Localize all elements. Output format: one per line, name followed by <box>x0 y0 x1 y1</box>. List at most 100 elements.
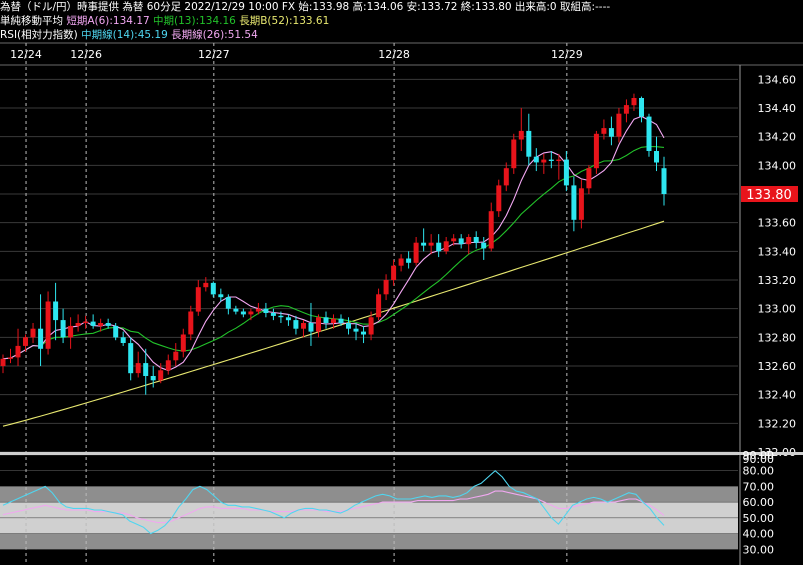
pane-divider <box>0 452 803 455</box>
price-tick-label: 133.60 <box>758 217 797 230</box>
candle-body <box>466 237 472 245</box>
ma-short-line <box>2 115 665 372</box>
price-tick-label: 134.00 <box>758 159 797 172</box>
candle-body <box>443 241 449 252</box>
candle-body <box>240 311 246 315</box>
candle-body <box>98 323 104 326</box>
candle-body <box>421 242 427 246</box>
candle-body <box>83 321 89 323</box>
candle-body <box>646 116 652 151</box>
price-chart[interactable]: 12/2412/2612/2712/2812/29132.00132.20132… <box>0 0 803 565</box>
rsi-tick-label: 50.00 <box>743 512 775 525</box>
price-tick-label: 134.60 <box>758 73 797 86</box>
candle-body <box>661 168 667 194</box>
candle-body <box>278 315 284 318</box>
candle-body <box>60 320 66 338</box>
candle-body <box>458 238 464 245</box>
price-tick-label: 132.20 <box>758 417 797 430</box>
candle-body <box>623 105 629 114</box>
candle-body <box>8 357 13 359</box>
candle-body <box>413 242 419 263</box>
x-tick-label: 12/27 <box>198 48 230 61</box>
candle-body <box>53 301 59 321</box>
last-price-label: 133.80 <box>746 188 792 203</box>
candle-body <box>398 258 404 266</box>
rsi-tick-label: 80.00 <box>743 465 775 478</box>
candle-body <box>203 282 209 288</box>
candle-body <box>143 363 149 376</box>
candle-body <box>128 343 134 374</box>
candle-body <box>654 151 659 163</box>
candle-body <box>90 321 96 326</box>
candle-body <box>285 317 291 321</box>
candle-body <box>383 280 389 295</box>
candle-body <box>361 331 366 335</box>
candle-body <box>548 159 554 161</box>
price-tick-label: 132.40 <box>758 389 797 402</box>
candle-body <box>376 294 382 318</box>
candle-body <box>571 185 577 220</box>
candle-body <box>150 376 156 381</box>
rsi-tick-label: 90.00 <box>743 453 775 466</box>
candle-body <box>346 323 351 329</box>
candle-body <box>316 317 321 332</box>
candle-body <box>158 370 164 381</box>
price-tick-label: 133.40 <box>758 245 797 258</box>
candle-body <box>0 358 6 366</box>
candle-body <box>639 98 644 117</box>
candle-body <box>586 168 592 189</box>
candle-body <box>496 185 502 212</box>
price-tick-label: 132.80 <box>758 331 797 344</box>
candle-body <box>45 301 51 349</box>
candle-body <box>503 168 509 186</box>
candle-body <box>301 323 306 329</box>
candle-body <box>428 242 434 246</box>
candle-body <box>68 325 74 338</box>
candle-body <box>601 128 607 134</box>
candle-body <box>541 159 547 163</box>
candle-body <box>218 294 224 298</box>
candle-body <box>353 328 359 332</box>
price-tick-label: 133.20 <box>758 274 797 287</box>
x-tick-label: 12/26 <box>70 48 102 61</box>
candle-body <box>30 328 36 338</box>
candle-body <box>113 325 119 338</box>
candle-body <box>225 297 231 309</box>
candle-body <box>331 318 336 323</box>
candle-body <box>473 237 479 243</box>
candle-body <box>488 211 494 249</box>
candle-body <box>180 334 186 352</box>
price-tick-label: 134.20 <box>758 131 797 144</box>
candle-body <box>593 133 599 169</box>
candle-body <box>38 328 44 349</box>
price-tick-label: 132.60 <box>758 360 797 373</box>
candle-body <box>23 337 28 346</box>
candle-body <box>368 317 374 335</box>
candle-body <box>631 98 637 106</box>
candle-body <box>15 345 21 358</box>
candle-body <box>608 128 614 137</box>
candle-body <box>563 159 569 186</box>
candle-body <box>338 318 344 323</box>
candle-body <box>195 287 201 312</box>
candle-body <box>511 139 517 169</box>
candle-body <box>105 323 111 326</box>
price-tick-label: 134.40 <box>758 102 797 115</box>
candle-body <box>120 337 126 343</box>
rsi-tick-label: 30.00 <box>743 543 775 556</box>
candle-body <box>308 323 314 332</box>
candle-body <box>188 311 194 335</box>
candle-body <box>556 159 562 161</box>
candle-body <box>255 308 261 312</box>
rsi-tick-label: 40.00 <box>743 528 775 541</box>
candle-body <box>293 320 299 329</box>
candle-body <box>233 308 239 312</box>
candle-body <box>248 311 254 315</box>
x-tick-label: 12/29 <box>551 48 583 61</box>
candle-body <box>526 130 532 157</box>
x-tick-label: 12/24 <box>10 48 42 61</box>
candle-body <box>135 363 141 374</box>
candle-body <box>436 242 442 252</box>
x-tick-label: 12/28 <box>378 48 410 61</box>
rsi-tick-label: 60.00 <box>743 496 775 509</box>
